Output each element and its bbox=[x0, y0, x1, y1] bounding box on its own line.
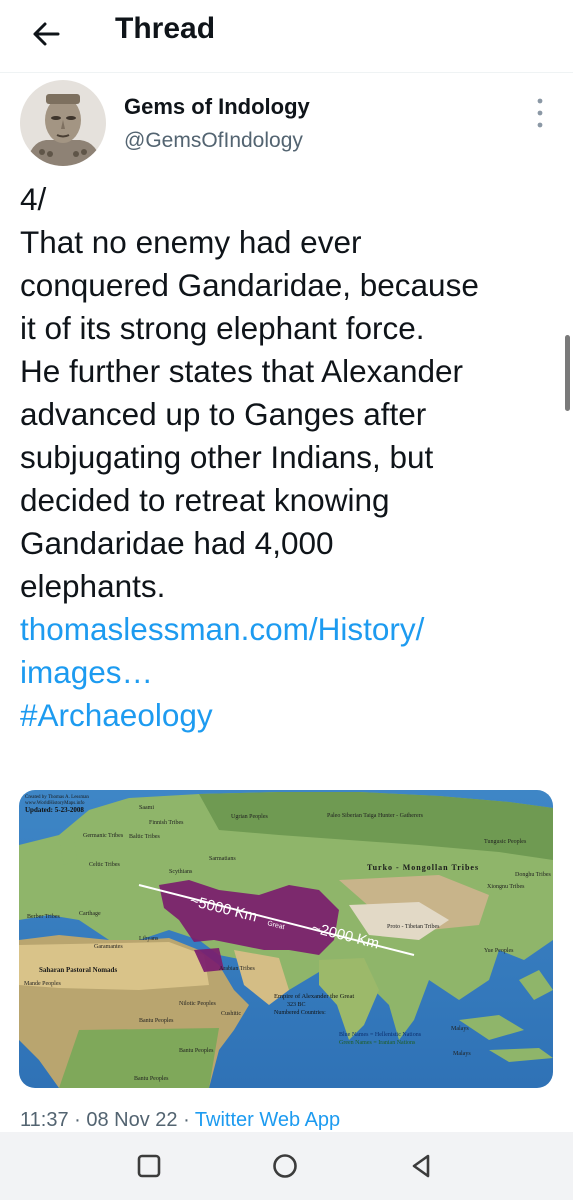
tweet-line: 4/ bbox=[20, 181, 47, 217]
map-label: Germanic Tribes bbox=[83, 833, 124, 839]
map-label: Tungusic Peoples bbox=[484, 839, 527, 845]
map-label: Sarmatians bbox=[209, 856, 236, 862]
author-handle[interactable]: @GemsOfIndology bbox=[124, 129, 303, 153]
map-label: Ugrian Peoples bbox=[231, 814, 268, 820]
more-vertical-icon bbox=[537, 98, 543, 128]
map-label: Berber Tribes bbox=[27, 914, 60, 920]
recent-apps-button[interactable] bbox=[133, 1150, 165, 1182]
tweet-line: conquered Gandaridae, because bbox=[20, 267, 479, 303]
more-options-button[interactable] bbox=[532, 96, 548, 130]
tweet-timestamp: 11:37 · 08 Nov 22 · bbox=[20, 1109, 195, 1131]
header-divider bbox=[0, 72, 573, 73]
avatar[interactable] bbox=[20, 80, 106, 166]
map-credit: Created by Thomas A. Lessman bbox=[25, 795, 89, 800]
map-label: Celtic Tribes bbox=[89, 862, 121, 868]
map-label: Scythians bbox=[169, 869, 193, 875]
tweet-line: Gandaridae had 4,000 bbox=[20, 525, 334, 561]
tweet-line: He further states that Alexander bbox=[20, 353, 463, 389]
page-title: Thread bbox=[115, 12, 216, 45]
tweet-link-continued[interactable]: images… bbox=[20, 651, 560, 694]
map-label: Yue Peoples bbox=[484, 948, 514, 954]
tweet-line: That no enemy had ever bbox=[20, 224, 362, 260]
map-label: Carthage bbox=[79, 911, 101, 917]
triangle-back-icon bbox=[412, 1154, 430, 1178]
top-bar: Thread bbox=[0, 0, 573, 64]
arrow-left-icon bbox=[33, 22, 60, 46]
map-label: Cushitic bbox=[221, 1011, 241, 1017]
map-label: Malays bbox=[451, 1026, 469, 1032]
scrollbar-thumb[interactable] bbox=[565, 335, 570, 411]
map-label: Saami bbox=[139, 805, 154, 811]
source-app-link[interactable]: Twitter Web App bbox=[195, 1109, 340, 1131]
square-icon bbox=[137, 1154, 161, 1178]
tweet-line: it of its strong elephant force. bbox=[20, 310, 425, 346]
map-label: Mande Peoples bbox=[24, 981, 61, 987]
map-label: Malays bbox=[453, 1051, 471, 1057]
map-label: Xiongnu Tribes bbox=[487, 884, 525, 890]
map-label: Bantu Peoples bbox=[134, 1076, 169, 1082]
map-label: Libyans bbox=[139, 936, 159, 942]
map-label: Nilotic Peoples bbox=[179, 1001, 216, 1007]
tweet-meta: 11:37 · 08 Nov 22 · Twitter Web App bbox=[20, 1109, 340, 1132]
map-label: Bantu Peoples bbox=[139, 1018, 174, 1024]
circle-icon bbox=[273, 1154, 297, 1178]
map-label: Bantu Peoples bbox=[179, 1048, 214, 1054]
map-legend-blue: Blue Names = Hellenistic Nations bbox=[339, 1032, 422, 1038]
hashtag-link[interactable]: #Archaeology bbox=[20, 694, 560, 737]
map-label: Turko - Mongollan Tribes bbox=[367, 863, 479, 872]
system-back-button[interactable] bbox=[405, 1150, 437, 1182]
map-label: Arabian Tribes bbox=[219, 966, 255, 972]
tweet-line: subjugating other Indians, but bbox=[20, 439, 434, 475]
map-label: Paleo Siberian Taiga Hunter - Gatherers bbox=[327, 813, 424, 819]
map-label: Baltic Tribes bbox=[129, 834, 161, 840]
map-legend-green: Green Names = Iranian Nations bbox=[339, 1040, 416, 1046]
map-empire-year: 323 BC bbox=[287, 1002, 306, 1008]
map-label: Garamantes bbox=[94, 944, 123, 950]
map-label: Finnish Tribes bbox=[149, 820, 184, 826]
map-numbered-countries: Numbered Countries: bbox=[274, 1010, 326, 1016]
avatar-statue-image bbox=[20, 80, 106, 166]
map-label: Donghu Tribes bbox=[515, 872, 552, 878]
tweet-line: elephants. bbox=[20, 568, 166, 604]
tweet-media-map[interactable]: Created by Thomas A. Lessman www.WorldHi… bbox=[19, 790, 553, 1088]
tweet-text: 4/ That no enemy had ever conquered Gand… bbox=[20, 178, 560, 737]
map-label: Saharan Pastoral Nomads bbox=[39, 966, 117, 974]
map-updated: Updated: 5-23-2008 bbox=[25, 806, 84, 814]
tweet-link[interactable]: thomaslessman.com/History/ bbox=[20, 608, 560, 651]
home-button[interactable] bbox=[269, 1150, 301, 1182]
author-name[interactable]: Gems of Indology bbox=[124, 94, 310, 120]
system-nav-bar bbox=[0, 1132, 573, 1200]
tweet-line: decided to retreat knowing bbox=[20, 482, 390, 518]
map-empire-title: Empire of Alexander the Great bbox=[274, 993, 354, 1000]
map-label: Proto - Tibetan Tribes bbox=[387, 924, 440, 930]
tweet-line: advanced up to Ganges after bbox=[20, 396, 427, 432]
back-button[interactable] bbox=[28, 16, 64, 52]
map-image: Created by Thomas A. Lessman www.WorldHi… bbox=[19, 790, 553, 1088]
